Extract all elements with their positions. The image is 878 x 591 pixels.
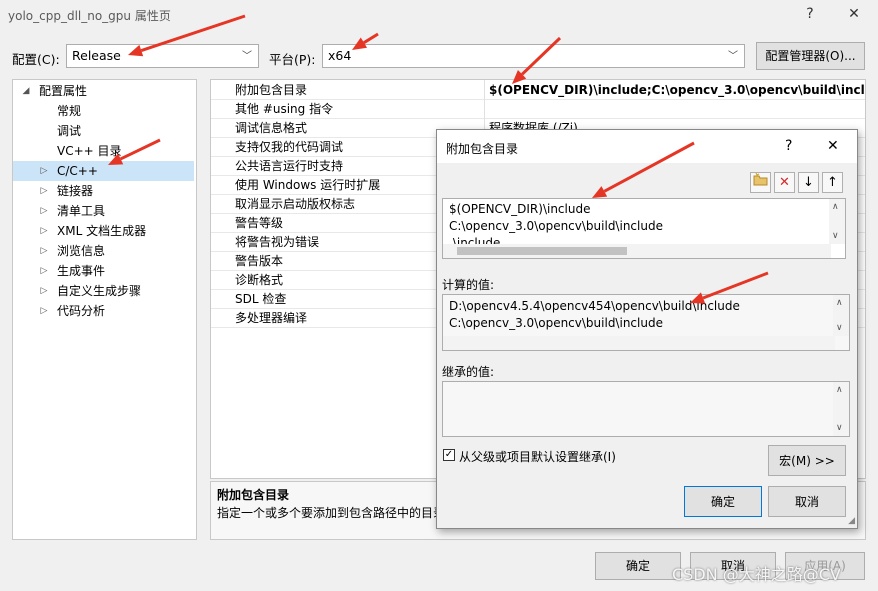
tree-item[interactable]: ▷ 浏览信息: [13, 241, 194, 261]
dialog-cancel-button[interactable]: 取消: [768, 486, 846, 517]
annotation-arrow: [363, 32, 379, 44]
move-up-icon[interactable]: ↑: [822, 172, 843, 193]
inherited-label: 继承的值:: [442, 365, 495, 379]
window-title: yolo_cpp_dll_no_gpu 属性页: [8, 9, 171, 23]
include-dirs-editor[interactable]: $(OPENCV_DIR)\include C:\opencv_3.0\open…: [442, 198, 846, 259]
description-text: 指定一个或多个要添加到包含路径中的目录: [217, 506, 446, 520]
tree-item[interactable]: ▷ 代码分析: [13, 301, 194, 321]
collapsed-icon[interactable]: ▷: [39, 161, 49, 181]
property-tree: ◢ 配置属性常规调试 VC++ 目录 ▷ C/C++ ▷ 链接器 ▷ 清单工具 ▷ XML 文档生成…: [12, 79, 197, 540]
platform-select[interactable]: x64 ﹀: [322, 44, 745, 68]
dialog-close-button[interactable]: ✕: [827, 138, 839, 154]
entry-line: C:\opencv_3.0\opencv\build\include: [449, 219, 663, 233]
dialog-title: 附加包含目录: [446, 142, 519, 156]
config-select[interactable]: Release ﹀: [66, 44, 259, 68]
vertical-scrollbar[interactable]: ∧ ∨: [829, 199, 845, 244]
config-label: 配置(C):: [12, 52, 60, 67]
tree-item-label: 配置属性: [39, 84, 88, 98]
macros-button[interactable]: 宏(M) >>: [768, 445, 846, 476]
entry-line: $(OPENCV_DIR)\include: [449, 202, 591, 216]
move-down-icon[interactable]: ↓: [798, 172, 819, 193]
tree-item-label: VC++ 目录: [57, 144, 122, 158]
computed-line: C:\opencv_3.0\opencv\build\include: [449, 316, 663, 330]
collapsed-icon[interactable]: ▷: [39, 181, 49, 201]
tree-item[interactable]: ▷ 链接器: [13, 181, 194, 201]
tree-item-label: 浏览信息: [57, 244, 106, 258]
chevron-down-icon: ﹀: [728, 51, 738, 62]
computed-values-box: D:\opencv4.5.4\opencv454\opencv\build\in…: [442, 294, 850, 351]
collapsed-icon[interactable]: ▷: [39, 261, 49, 281]
config-manager-button[interactable]: 配置管理器(O)...: [756, 42, 865, 70]
description-title: 附加包含目录: [217, 488, 290, 502]
dialog-help-button[interactable]: ?: [785, 138, 792, 154]
vertical-scrollbar[interactable]: ∧ ∨: [833, 382, 849, 436]
chevron-down-icon: ﹀: [242, 51, 252, 62]
property-name: 其他 #using 指令: [235, 102, 334, 116]
computed-line: D:\opencv4.5.4\opencv454\opencv\build\in…: [449, 299, 740, 313]
vertical-scrollbar[interactable]: ∧ ∨: [833, 295, 849, 336]
property-value[interactable]: $(OPENCV_DIR)\include;C:\opencv_3.0\open…: [489, 81, 865, 100]
tree-item-label: XML 文档生成器: [57, 224, 147, 238]
tree-item-label: 代码分析: [57, 304, 106, 318]
computed-label: 计算的值:: [442, 278, 495, 292]
tree-item[interactable]: ▷ C/C++: [13, 161, 194, 181]
tree-item-label: 清单工具: [57, 204, 106, 218]
collapsed-icon[interactable]: ▷: [39, 301, 49, 321]
collapsed-icon[interactable]: ▷: [39, 281, 49, 301]
tree-item-label: 链接器: [57, 184, 94, 198]
inherit-checkbox[interactable]: ✓: [443, 449, 455, 461]
tree-item[interactable]: ▷ 清单工具: [13, 201, 194, 221]
collapsed-icon[interactable]: ▷: [39, 241, 49, 261]
resize-grip-icon[interactable]: ◢: [848, 516, 855, 526]
dialog-ok-button[interactable]: 确定: [684, 486, 762, 517]
config-value: Release: [72, 48, 121, 63]
include-dirs-dialog: 附加包含目录 ? ✕ ✕ ↓ ↑ $(OPENCV_DIR)\include C…: [436, 129, 858, 529]
watermark: CSDN @大神之路@CV: [672, 565, 841, 584]
horizontal-scrollbar[interactable]: [443, 244, 831, 258]
tree-item[interactable]: ▷ 自定义生成步骤: [13, 281, 194, 301]
inherited-values-box: ∧ ∨: [442, 381, 850, 437]
tree-item[interactable]: VC++ 目录: [13, 141, 194, 161]
ok-button[interactable]: 确定: [595, 552, 681, 580]
platform-value: x64: [328, 48, 352, 63]
tree-item[interactable]: ▷ XML 文档生成器: [13, 221, 194, 241]
inherit-checkbox-label: 从父级或项目默认设置继承(I): [459, 450, 616, 464]
expanded-icon[interactable]: ◢: [21, 81, 31, 101]
tree-item-label: 自定义生成步骤: [57, 284, 142, 298]
platform-label: 平台(P):: [269, 52, 316, 67]
tree-item[interactable]: ◢ 配置属性: [13, 81, 194, 101]
tree-item-label: 常规: [57, 104, 82, 118]
tree-item-label: C/C++: [57, 164, 98, 178]
delete-icon[interactable]: ✕: [774, 172, 795, 193]
tree-item[interactable]: ▷ 生成事件: [13, 261, 194, 281]
horizontal-scrollbar[interactable]: [443, 336, 835, 350]
tree-item-label: 调试: [57, 124, 82, 138]
new-folder-icon[interactable]: [750, 172, 771, 193]
collapsed-icon[interactable]: ▷: [39, 201, 49, 221]
help-button[interactable]: ?: [799, 4, 821, 24]
property-row[interactable]: 其他 #using 指令: [211, 100, 865, 119]
tree-item[interactable]: 调试: [13, 121, 194, 141]
tree-item[interactable]: 常规: [13, 101, 194, 121]
close-window-button[interactable]: ✕: [843, 4, 865, 24]
property-name: 附加包含目录: [235, 83, 308, 97]
property-row[interactable]: 附加包含目录 $(OPENCV_DIR)\include;C:\opencv_3.…: [211, 81, 865, 100]
tree-item-label: 生成事件: [57, 264, 106, 278]
collapsed-icon[interactable]: ▷: [39, 221, 49, 241]
